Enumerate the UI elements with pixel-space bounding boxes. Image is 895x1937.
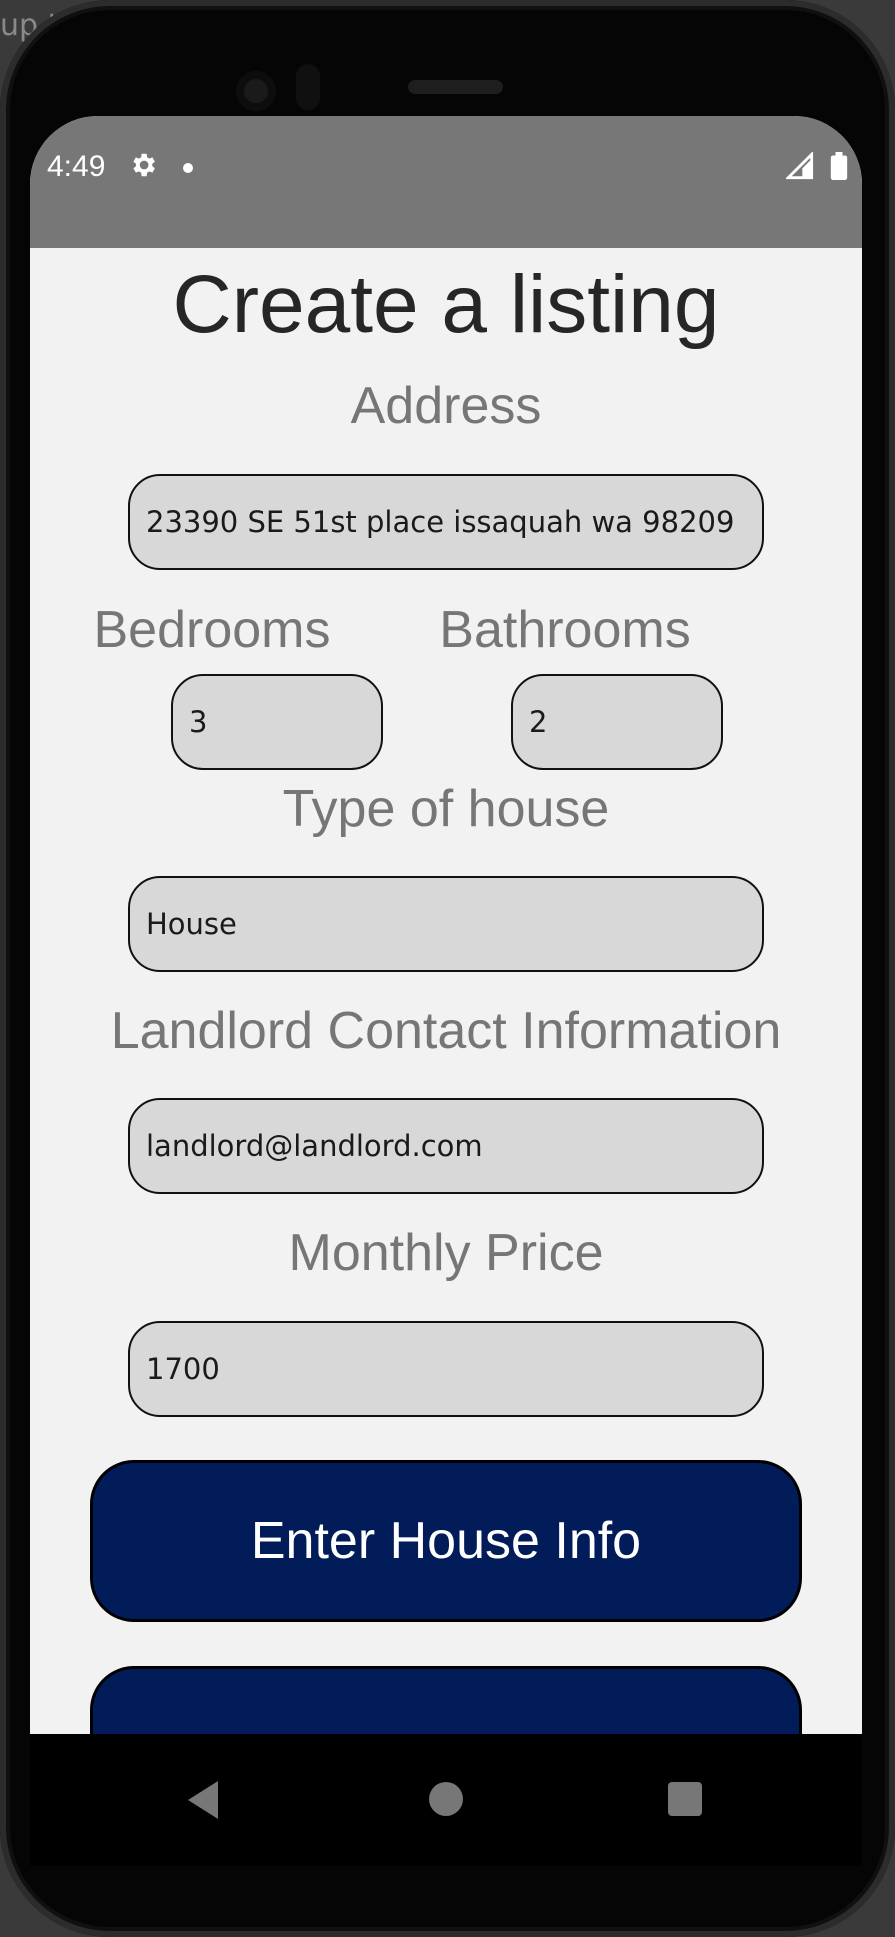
house-type-label: Type of house — [282, 780, 610, 838]
address-field[interactable]: 23390 SE 51st place issaquah wa 98209 — [128, 474, 764, 570]
contact-label: Landlord Contact Information — [110, 1002, 782, 1060]
gear-icon — [133, 153, 155, 177]
contact-field[interactable]: landlord@landlord.com — [128, 1098, 764, 1194]
price-field[interactable]: 1700 — [128, 1321, 764, 1417]
phone-frame: 4:49 Create a listing Address 23390 SE 5… — [0, 0, 895, 1937]
app-screen: 4:49 Create a listing Address 23390 SE 5… — [30, 116, 862, 1866]
page-title: Create a listing — [172, 259, 720, 350]
bathrooms-field[interactable]: 2 — [511, 674, 723, 770]
camera-icon — [236, 71, 276, 111]
bedrooms-field[interactable]: 3 — [171, 674, 383, 770]
bathrooms-label: Bathrooms — [439, 601, 691, 659]
battery-icon — [830, 152, 848, 180]
bedrooms-label: Bedrooms — [93, 601, 331, 659]
back-icon[interactable] — [188, 1781, 218, 1819]
speaker-grille — [408, 80, 503, 94]
sensor-icon — [296, 64, 320, 110]
house-type-field[interactable]: House — [128, 876, 764, 972]
navigation-bar — [30, 1734, 862, 1866]
home-icon[interactable] — [429, 1782, 463, 1816]
price-label: Monthly Price — [288, 1224, 604, 1282]
status-time: 4:49 — [47, 150, 106, 183]
recents-icon[interactable] — [668, 1782, 702, 1816]
address-label: Address — [350, 377, 542, 435]
enter-house-info-button[interactable]: Enter House Info — [90, 1460, 802, 1622]
signal-icon — [786, 152, 814, 180]
status-bar: 4:49 — [30, 116, 862, 248]
notification-dot-icon — [183, 163, 193, 173]
listing-form: Create a listing Address 23390 SE 51st p… — [30, 248, 862, 1806]
